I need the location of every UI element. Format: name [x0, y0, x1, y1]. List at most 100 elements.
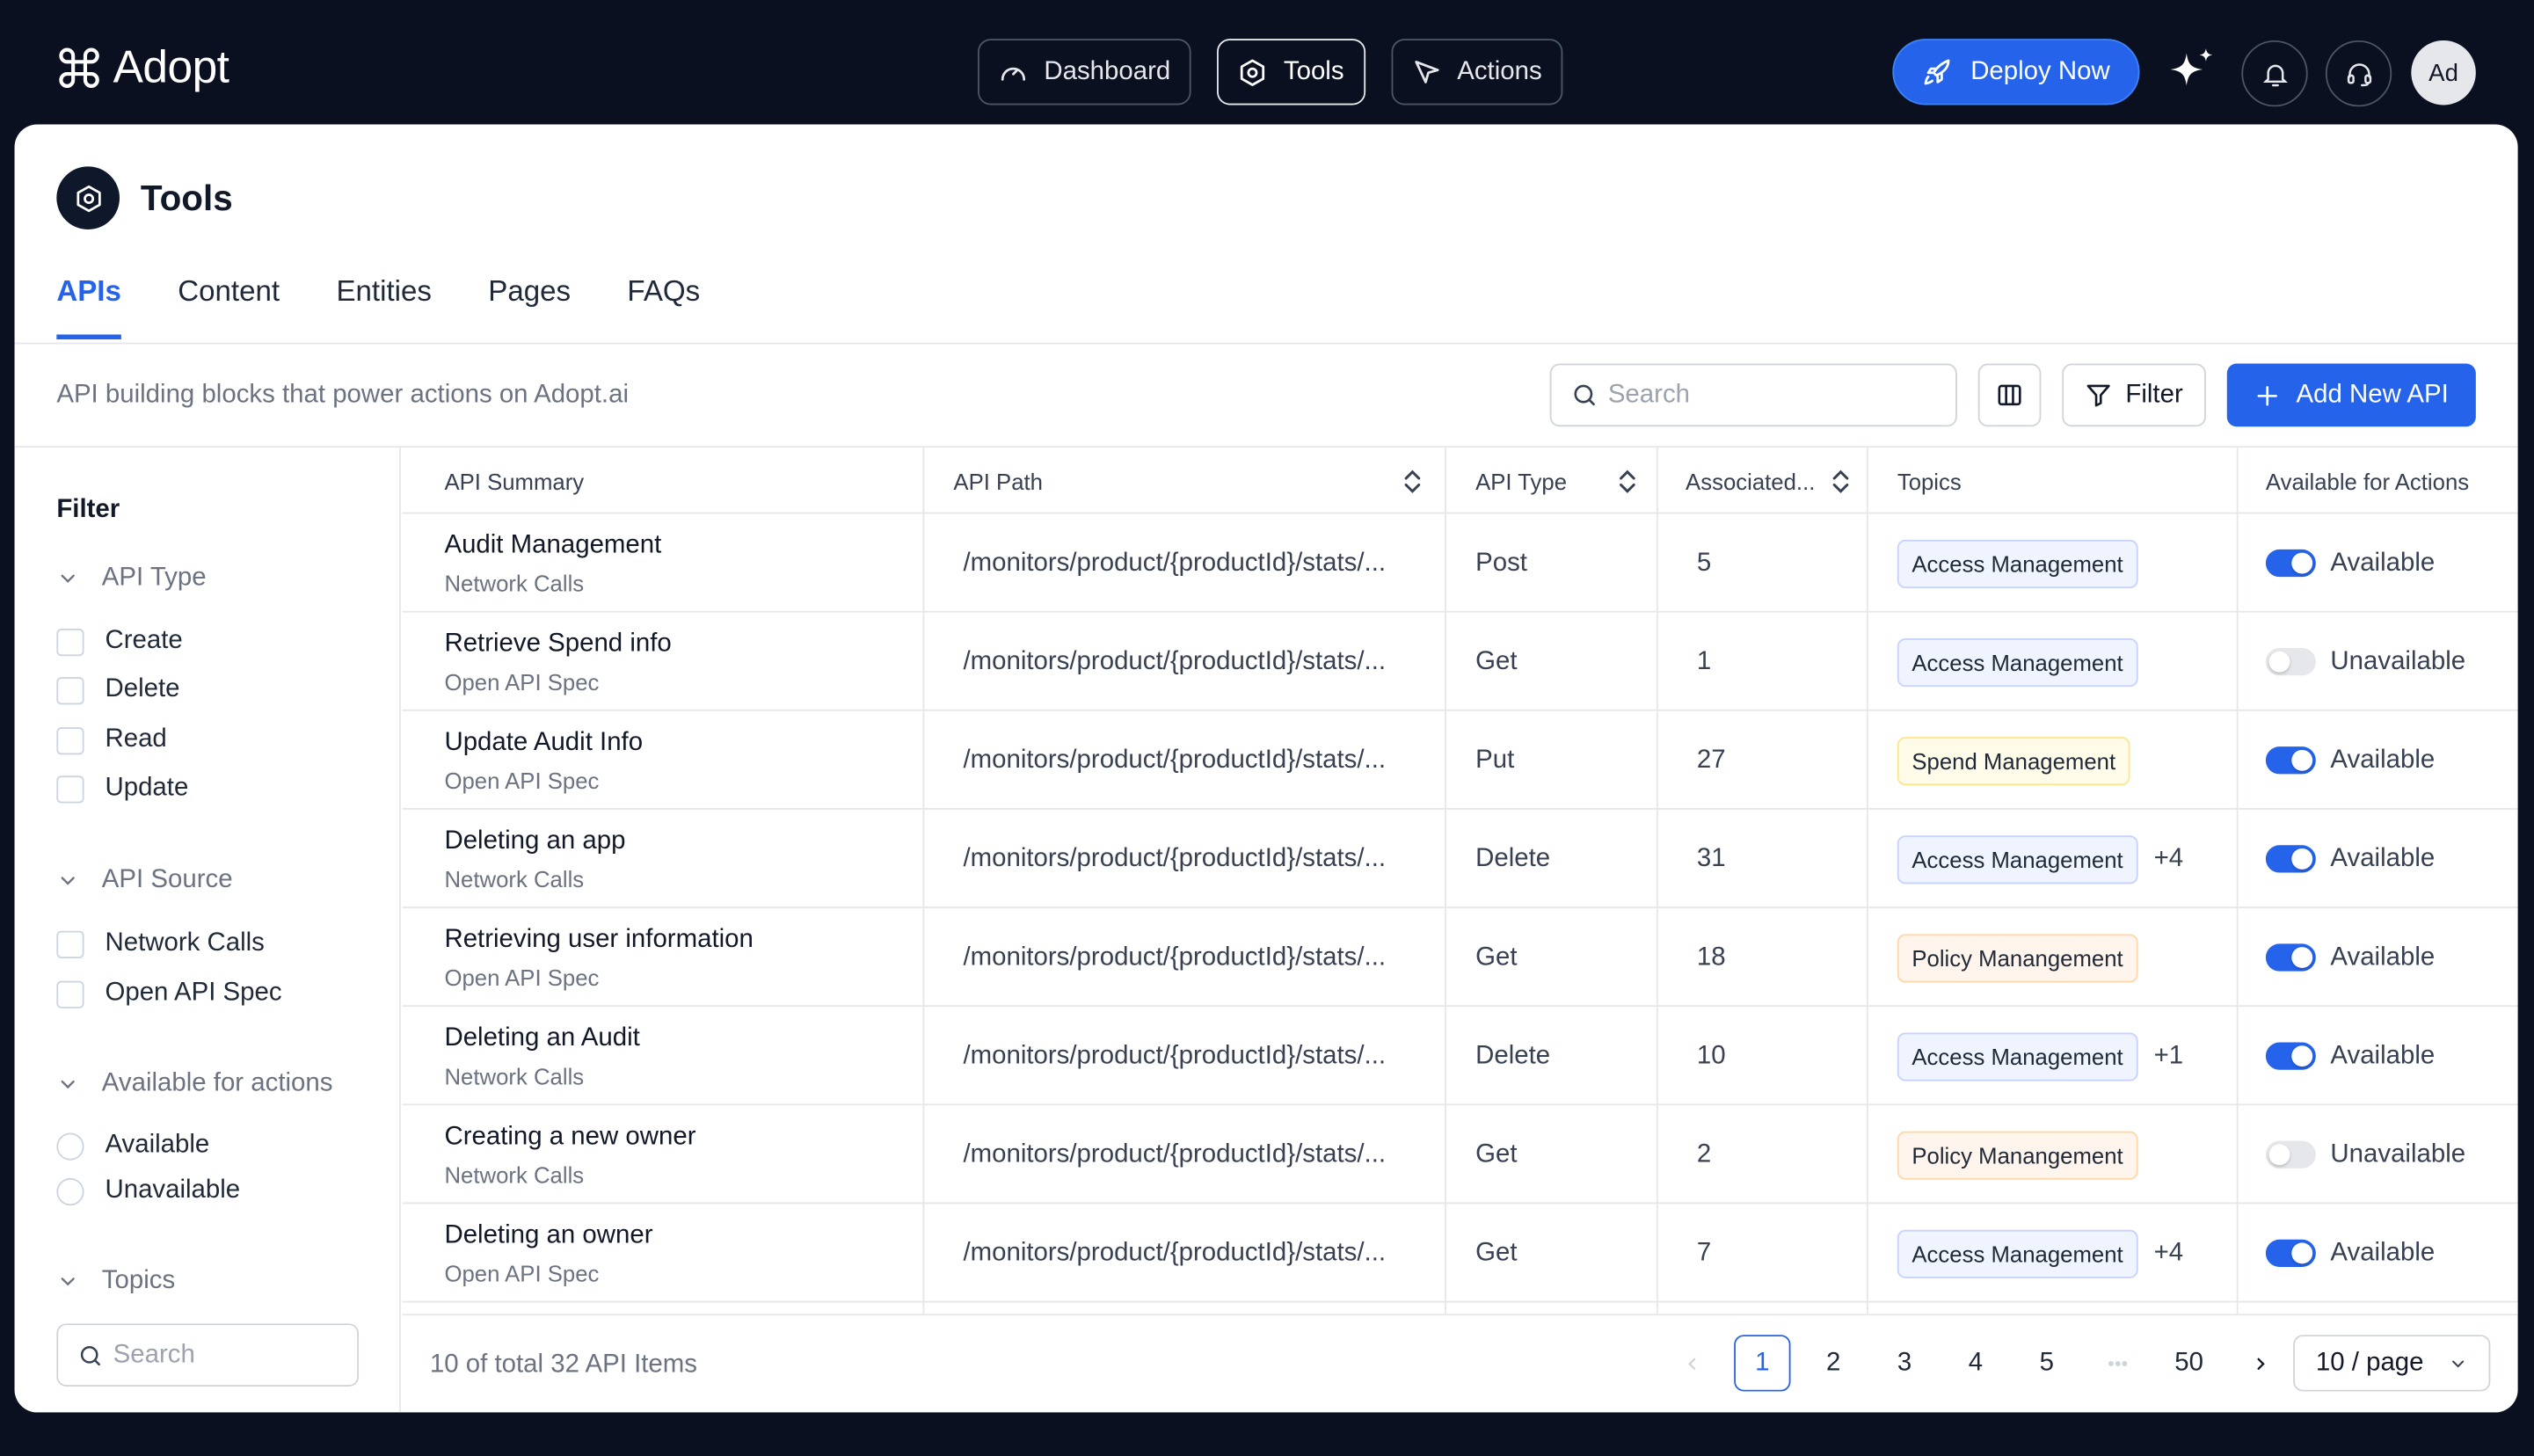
radio[interactable]: [56, 1132, 84, 1160]
notifications-button[interactable]: [2241, 40, 2308, 107]
tab-apis[interactable]: APIs: [56, 274, 121, 339]
group-available-for-actions[interactable]: Available for actions: [56, 1070, 332, 1099]
pagination: 1 2 3 4 5 ••• 50: [1663, 1335, 2288, 1392]
filter-button[interactable]: Filter: [2062, 363, 2206, 427]
header-associated[interactable]: Associated...: [1686, 448, 1850, 513]
chevron-left-icon: [1687, 1357, 1695, 1370]
tab-entities[interactable]: Entities: [336, 274, 432, 339]
option-create[interactable]: Create: [56, 627, 183, 656]
availability-cell: Available: [2265, 513, 2435, 612]
table-row[interactable]: Deleting an owner Open API Spec/monitors/…: [402, 1204, 2518, 1303]
option-unavailable[interactable]: Unavailable: [56, 1176, 240, 1205]
availability-cell: Unavailable: [2265, 613, 2465, 711]
page-button-2[interactable]: 2: [1805, 1335, 1861, 1391]
prev-page-button[interactable]: [1663, 1335, 1719, 1391]
api-path-cell: /monitors/product/{productId}/stats/...: [963, 810, 1386, 908]
topics-search-input[interactable]: [113, 1340, 339, 1370]
page-button-50[interactable]: 50: [2160, 1335, 2217, 1391]
api-search[interactable]: [1549, 363, 1957, 427]
availability-toggle[interactable]: [2265, 648, 2316, 676]
topic-badge[interactable]: Policy Manangement: [1897, 933, 2138, 982]
availability-toggle[interactable]: [2265, 943, 2316, 972]
api-type: Delete: [1475, 844, 1551, 872]
chevron-down-icon: [61, 1080, 75, 1089]
more-topics-count[interactable]: +4: [2154, 844, 2184, 873]
availability-toggle[interactable]: [2265, 746, 2316, 775]
associated-cell: 1: [1697, 613, 1711, 711]
group-api-type[interactable]: API Type: [56, 564, 207, 593]
topic-badge[interactable]: Access Management: [1897, 637, 2138, 687]
availability-toggle[interactable]: [2265, 549, 2316, 578]
checkbox[interactable]: [56, 628, 84, 656]
more-topics-count[interactable]: +1: [2154, 1042, 2184, 1071]
tab-pages[interactable]: Pages: [488, 274, 571, 339]
topic-badge[interactable]: Policy Manangement: [1897, 1130, 2138, 1179]
availability-toggle[interactable]: [2265, 1239, 2316, 1267]
page-button-4[interactable]: 4: [1948, 1335, 2004, 1391]
api-table: API Summary API Path API Type Associated…: [402, 448, 2518, 1314]
table-row[interactable]: Deleting an app Network Calls/monitors/pr…: [402, 810, 2518, 908]
hexagon-icon: [1241, 58, 1265, 85]
next-page-button[interactable]: [2232, 1335, 2288, 1391]
page-button-5[interactable]: 5: [2019, 1335, 2075, 1391]
api-summary-title: Creating a new owner: [444, 1122, 696, 1150]
topics-search[interactable]: [56, 1323, 360, 1387]
page-ellipsis[interactable]: •••: [2090, 1335, 2146, 1391]
deploy-now-button[interactable]: Deploy Now: [1892, 39, 2140, 106]
table-row[interactable]: Audit Management Network Calls/monitors/p…: [402, 513, 2518, 613]
app-logo[interactable]: Adopt: [55, 42, 229, 94]
checkbox[interactable]: [56, 929, 84, 958]
option-delete[interactable]: Delete: [56, 675, 179, 704]
page-size-select[interactable]: 10 / page: [2293, 1335, 2491, 1392]
sort-icon[interactable]: [1402, 468, 1422, 493]
option-open-api-spec[interactable]: Open API Spec: [56, 979, 282, 1008]
table-row[interactable]: Retrieving user information Open API Spec…: [402, 908, 2518, 1008]
topic-badge[interactable]: Access Management: [1897, 1228, 2138, 1278]
sort-icon[interactable]: [1618, 468, 1637, 493]
option-available[interactable]: Available: [56, 1132, 209, 1161]
tab-content[interactable]: Content: [178, 274, 280, 339]
columns-icon: [1998, 384, 2021, 406]
columns-button[interactable]: [1977, 363, 2042, 427]
table-row[interactable]: Deleting an Audit Network Calls/monitors/…: [402, 1007, 2518, 1106]
api-summary-cell: Retrieving user information Open API Spec: [444, 908, 753, 1007]
checkbox[interactable]: [56, 979, 84, 1008]
support-button[interactable]: [2325, 40, 2392, 107]
nav-dashboard-button[interactable]: Dashboard: [977, 39, 1192, 106]
avatar[interactable]: Ad: [2411, 40, 2476, 106]
topics-cell: Spend Management: [1897, 711, 2130, 810]
table-row[interactable]: Retrieve Spend info Open API Spec/monitor…: [402, 613, 2518, 711]
option-update[interactable]: Update: [56, 774, 188, 803]
table-row[interactable]: Update Audit Info Open API Spec/monitors/…: [402, 711, 2518, 810]
topic-badge[interactable]: Spend Management: [1897, 736, 2130, 785]
page-button-1[interactable]: 1: [1734, 1335, 1791, 1392]
nav-actions-button[interactable]: Actions: [1390, 39, 1563, 106]
add-new-api-button[interactable]: Add New API: [2226, 363, 2476, 427]
group-topics[interactable]: Topics: [56, 1267, 175, 1296]
header-api-path[interactable]: API Path: [953, 448, 1422, 513]
search-input[interactable]: [1607, 380, 1932, 410]
radio[interactable]: [56, 1176, 84, 1205]
availability-toggle[interactable]: [2265, 1140, 2316, 1168]
checkbox[interactable]: [56, 676, 84, 704]
associated-count: 27: [1696, 746, 1726, 774]
tab-faqs[interactable]: FAQs: [627, 274, 700, 339]
option-network-calls[interactable]: Network Calls: [56, 929, 265, 958]
header-api-type[interactable]: API Type: [1475, 448, 1637, 513]
option-read[interactable]: Read: [56, 725, 167, 754]
availability-toggle[interactable]: [2265, 845, 2316, 873]
more-topics-count[interactable]: +4: [2154, 1239, 2184, 1268]
checkbox[interactable]: [56, 726, 84, 754]
sparkle-icon[interactable]: [2164, 44, 2218, 98]
topic-badge[interactable]: Access Management: [1897, 538, 2138, 588]
nav-tools-button[interactable]: Tools: [1217, 39, 1365, 106]
group-api-source[interactable]: API Source: [56, 866, 233, 895]
table-row[interactable]: Creating a new owner Network Calls/monito…: [402, 1105, 2518, 1205]
topic-badge[interactable]: Access Management: [1897, 834, 2138, 884]
option-label: Create: [105, 627, 183, 655]
sort-icon[interactable]: [1831, 468, 1850, 493]
checkbox[interactable]: [56, 775, 84, 803]
topic-badge[interactable]: Access Management: [1897, 1031, 2138, 1081]
page-button-3[interactable]: 3: [1876, 1335, 1933, 1391]
availability-toggle[interactable]: [2265, 1042, 2316, 1070]
